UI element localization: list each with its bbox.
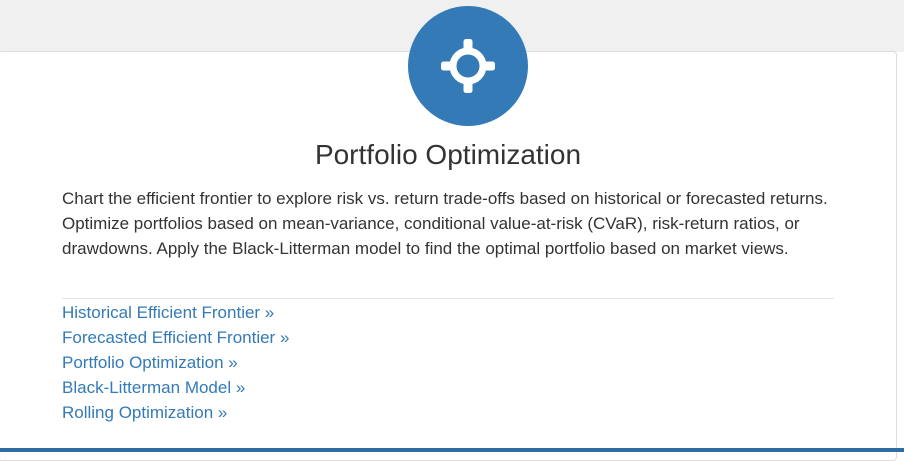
link-item: Portfolio Optimization »: [62, 350, 289, 375]
card-description: Chart the efficient frontier to explore …: [62, 189, 828, 258]
rolling-optimization-link[interactable]: Rolling Optimization »: [62, 403, 227, 422]
link-item: Historical Efficient Frontier »: [62, 300, 289, 325]
crosshair-icon: [441, 39, 495, 93]
black-litterman-model-link[interactable]: Black-Litterman Model »: [62, 378, 245, 397]
forecasted-efficient-frontier-link[interactable]: Forecasted Efficient Frontier »: [62, 328, 289, 347]
link-item: Black-Litterman Model »: [62, 375, 289, 400]
divider: [62, 298, 834, 299]
portfolio-optimization-link[interactable]: Portfolio Optimization »: [62, 353, 238, 372]
historical-efficient-frontier-link[interactable]: Historical Efficient Frontier »: [62, 303, 274, 322]
card-title: Portfolio Optimization: [314, 139, 582, 170]
bottom-accent-bar: [0, 448, 904, 452]
link-item: Forecasted Efficient Frontier »: [62, 325, 289, 350]
feature-icon-circle: [408, 6, 528, 126]
link-item: Rolling Optimization »: [62, 400, 289, 425]
link-list: Historical Efficient Frontier » Forecast…: [62, 300, 289, 425]
